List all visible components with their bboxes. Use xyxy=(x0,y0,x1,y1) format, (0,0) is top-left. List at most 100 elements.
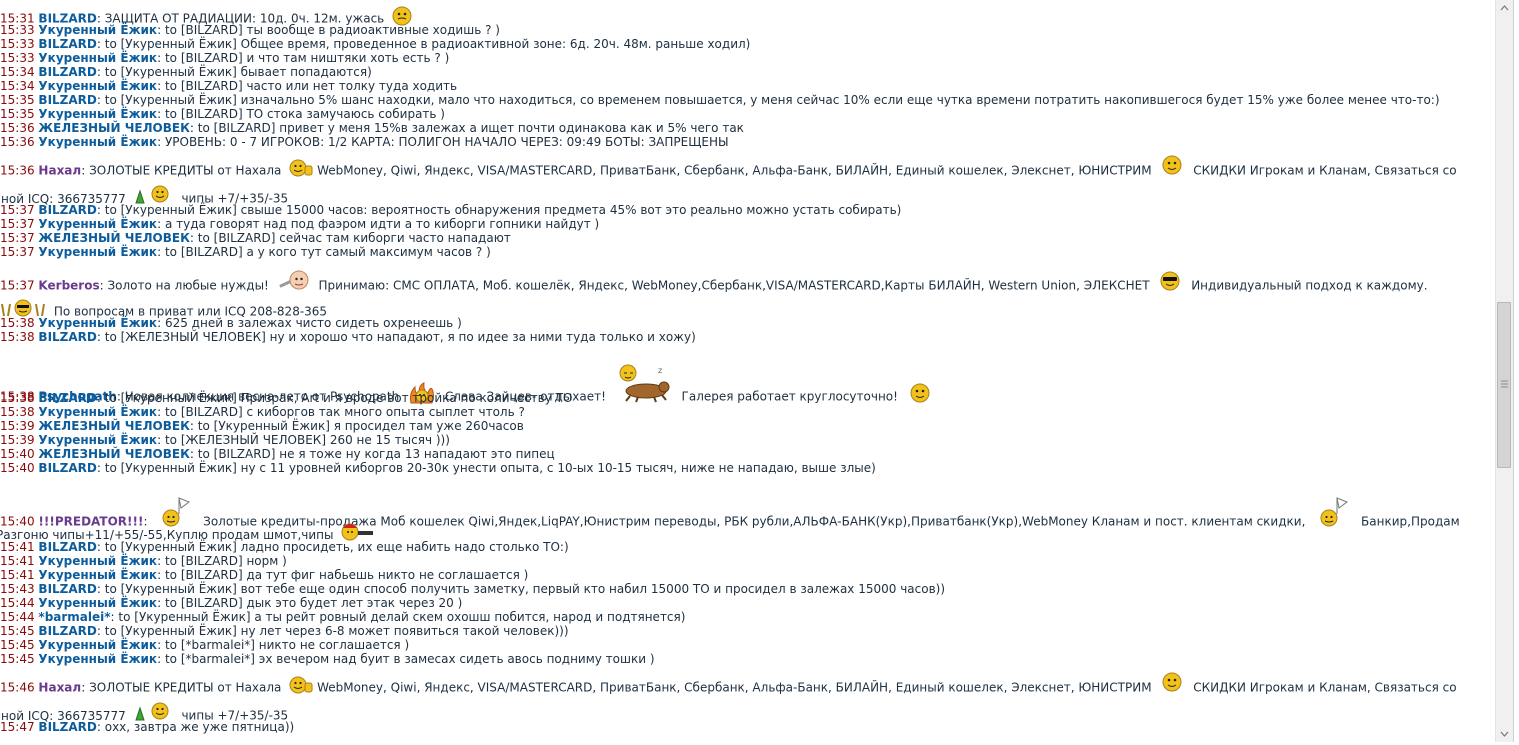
message-time: 15:39 xyxy=(0,433,35,447)
message-nick[interactable]: Kerberos xyxy=(38,279,99,293)
message-time: 15:45 xyxy=(0,638,35,652)
message-nick[interactable]: Укуренный Ёжик xyxy=(38,51,157,65)
message-nick[interactable]: Укуренный Ёжик xyxy=(38,79,157,93)
message-nick[interactable]: Нахал xyxy=(38,164,81,178)
message-nick[interactable]: Укуренный Ёжик xyxy=(38,596,157,610)
message-nick[interactable]: Укуренный Ёжик xyxy=(38,433,157,447)
message-nick[interactable]: Укуренный Ёжик xyxy=(38,405,157,419)
message-time: 15:37 xyxy=(0,245,35,259)
message-nick[interactable]: BILZARD xyxy=(38,37,96,51)
message-nick[interactable]: ЖЕЛЕЗНЫЙ ЧЕЛОВЕК xyxy=(38,231,190,245)
message-nick[interactable]: *barmalei* xyxy=(38,610,110,624)
message-nick[interactable]: ЖЕЛЕЗНЫЙ ЧЕЛОВЕК xyxy=(38,419,190,433)
thumbs-up-smiley-icon xyxy=(289,158,313,178)
message-nick[interactable]: ЖЕЛЕЗНЫЙ ЧЕЛОВЕК xyxy=(38,447,190,461)
message-text: to [BILZARD] дык это будет лет этак чере… xyxy=(164,596,463,610)
vertical-scrollbar[interactable] xyxy=(1495,0,1513,742)
chat-message: 15:40 BILZARD: to [Укуренный Ёжик] ну с … xyxy=(0,461,876,475)
bottle-smiley-icon xyxy=(134,185,174,205)
chat-log: 15:31 BILZARD: ЗАЩИТА ОТ РАДИАЦИИ: 10д. … xyxy=(0,0,1494,742)
message-nick[interactable]: BILZARD xyxy=(38,461,96,475)
chat-message: 15:39 Укуренный Ёжик: to [ЖЕЛЕЗНЫЙ ЧЕЛОВ… xyxy=(0,433,450,447)
chat-message: 15:39 ЖЕЛЕЗНЫЙ ЧЕЛОВЕК: to [Укуренный Ёж… xyxy=(0,419,524,433)
message-text: to [Укуренный Ёжик] вот тебе еще один сп… xyxy=(104,582,946,596)
chat-message: 15:33 Укуренный Ёжик: to [BILZARD] ты во… xyxy=(0,23,500,37)
peace-smiley-icon xyxy=(0,298,46,318)
chat-message-ad: 15:36 Нахал: ЗОЛОТЫЕ КРЕДИТЫ от Нахала W… xyxy=(0,155,1457,181)
message-nick[interactable]: BILZARD xyxy=(38,330,96,344)
window-border xyxy=(1513,0,1519,742)
message-time: 15:39 xyxy=(0,419,35,433)
message-text: СКИДКИ Игрокам и Кланам, Связаться со xyxy=(1193,163,1457,178)
message-time: 15:37 xyxy=(0,203,35,217)
message-text: to [Укуренный Ёжик] ладно просидеть, их … xyxy=(104,540,569,554)
message-text: to [BILZARD] не я тоже ну когда 13 напад… xyxy=(197,447,555,461)
message-nick[interactable]: BILZARD xyxy=(38,203,96,217)
message-text: to [Укуренный Ёжик] ну с 11 уровней кибо… xyxy=(104,461,876,475)
message-text: охх, завтра же уже пятница)) xyxy=(104,720,295,734)
message-text: to [ЖЕЛЕЗНЫЙ ЧЕЛОВЕК] 260 не 15 тысяч ))… xyxy=(164,433,450,447)
message-text: to [BILZARD] норм ) xyxy=(164,554,287,568)
message-nick[interactable]: Укуренный Ёжик xyxy=(38,638,157,652)
chat-message: 15:37 Укуренный Ёжик: а туда говорят над… xyxy=(0,217,600,231)
message-text: ЗОЛОТЫЕ КРЕДИТЫ от Нахала xyxy=(89,680,282,695)
chat-message: 15:35 BILZARD: to [Укуренный Ёжик] изнач… xyxy=(0,93,1440,107)
chat-message: 15:45 BILZARD: to [Укуренный Ёжик] ну ле… xyxy=(0,624,569,638)
message-nick[interactable]: ЖЕЛЕЗНЫЙ ЧЕЛОВЕК xyxy=(38,121,190,135)
message-nick[interactable]: BILZARD xyxy=(38,582,96,596)
chat-message: 15:43 BILZARD: to [Укуренный Ёжик] вот т… xyxy=(0,582,946,596)
message-nick[interactable]: Укуренный Ёжик xyxy=(38,652,157,666)
message-text: to [*barmalei*] никто не соглашается ) xyxy=(164,638,410,652)
sleeping-dog-smiley-icon: z xyxy=(614,363,674,403)
message-nick[interactable]: BILZARD xyxy=(38,720,96,734)
message-text: to [BILZARD] да тут фиг набьешь никто не… xyxy=(164,568,529,582)
chat-message: 15:41 BILZARD: to [Укуренный Ёжик] ладно… xyxy=(0,540,569,554)
message-text: to [BILZARD] а у кого тут самый максимум… xyxy=(164,245,491,259)
message-text: WebMoney, Qiwi, Яндекс, VISA/MASTERCARD,… xyxy=(317,163,1152,178)
message-time: 15:37 xyxy=(0,231,35,245)
message-nick[interactable]: Укуренный Ёжик xyxy=(38,568,157,582)
message-text: а туда говорят над под фаэром идти а то … xyxy=(164,217,600,231)
message-time: 15:33 xyxy=(0,23,35,37)
smiley-icon xyxy=(1159,155,1185,175)
message-nick[interactable]: Укуренный Ёжик xyxy=(38,316,157,330)
scroll-down-button[interactable] xyxy=(1496,725,1513,742)
gun-smiley-icon xyxy=(341,522,375,542)
chat-message: 15:34 Укуренный Ёжик: to [BILZARD] часто… xyxy=(0,79,458,93)
arrow-up-icon xyxy=(1500,5,1509,11)
message-nick[interactable]: BILZARD xyxy=(38,93,96,107)
message-text: to [Укуренный Ёжик] Призрак, Art и я вро… xyxy=(104,391,573,405)
chat-message: 15:44 *barmalei*: to [Укуренный Ёжик] а … xyxy=(0,610,686,624)
chat-message: 15:38 BILZARD: to [Укуренный Ёжик] Призр… xyxy=(0,391,573,405)
message-nick[interactable]: Укуренный Ёжик xyxy=(38,23,157,37)
scroll-thumb[interactable] xyxy=(1497,302,1511,468)
message-nick[interactable]: Укуренный Ёжик xyxy=(38,135,157,149)
message-nick[interactable]: BILZARD xyxy=(38,391,96,405)
message-text: 625 дней в залежах чисто сидеть охренееш… xyxy=(164,316,462,330)
message-nick[interactable]: Нахал xyxy=(38,681,81,695)
arrow-down-icon xyxy=(1500,731,1509,737)
chat-message: 15:44 Укуренный Ёжик: to [BILZARD] дык э… xyxy=(0,596,463,610)
bottle-smiley-icon xyxy=(134,702,174,722)
message-nick[interactable]: BILZARD xyxy=(38,624,96,638)
message-text: СКИДКИ Игрокам и Кланам, Связаться со xyxy=(1193,680,1457,695)
message-time: 15:35 xyxy=(0,107,35,121)
scroll-up-button[interactable] xyxy=(1496,0,1513,17)
message-text: to [BILZARD] и что там ништяки хоть есть… xyxy=(164,51,450,65)
message-nick[interactable]: BILZARD xyxy=(38,540,96,554)
message-nick[interactable]: Укуренный Ёжик xyxy=(38,554,157,568)
chat-message: 15:45 Укуренный Ёжик: to [*barmalei*] ни… xyxy=(0,638,410,652)
message-time: 15:33 xyxy=(0,51,35,65)
message-nick[interactable]: BILZARD xyxy=(38,65,96,79)
message-time: 15:38 xyxy=(0,330,35,344)
chat-message: 15:41 Укуренный Ёжик: to [BILZARD] да ту… xyxy=(0,568,529,582)
message-nick[interactable]: Укуренный Ёжик xyxy=(38,217,157,231)
message-nick[interactable]: Укуренный Ёжик xyxy=(38,107,157,121)
thumbs-up-smiley-icon xyxy=(289,675,313,695)
message-time: 15:34 xyxy=(0,79,35,93)
message-nick[interactable]: Укуренный Ёжик xyxy=(38,245,157,259)
message-text: to [BILZARD] ты вообще в радиоактивные х… xyxy=(164,23,500,37)
message-text: Принимаю: СМС ОПЛАТА, Моб. кошелёк, Янде… xyxy=(318,278,1150,293)
message-time: 15:40 xyxy=(0,447,35,461)
message-text: to [Укуренный Ёжик] изначально 5% шанс н… xyxy=(104,93,1440,107)
